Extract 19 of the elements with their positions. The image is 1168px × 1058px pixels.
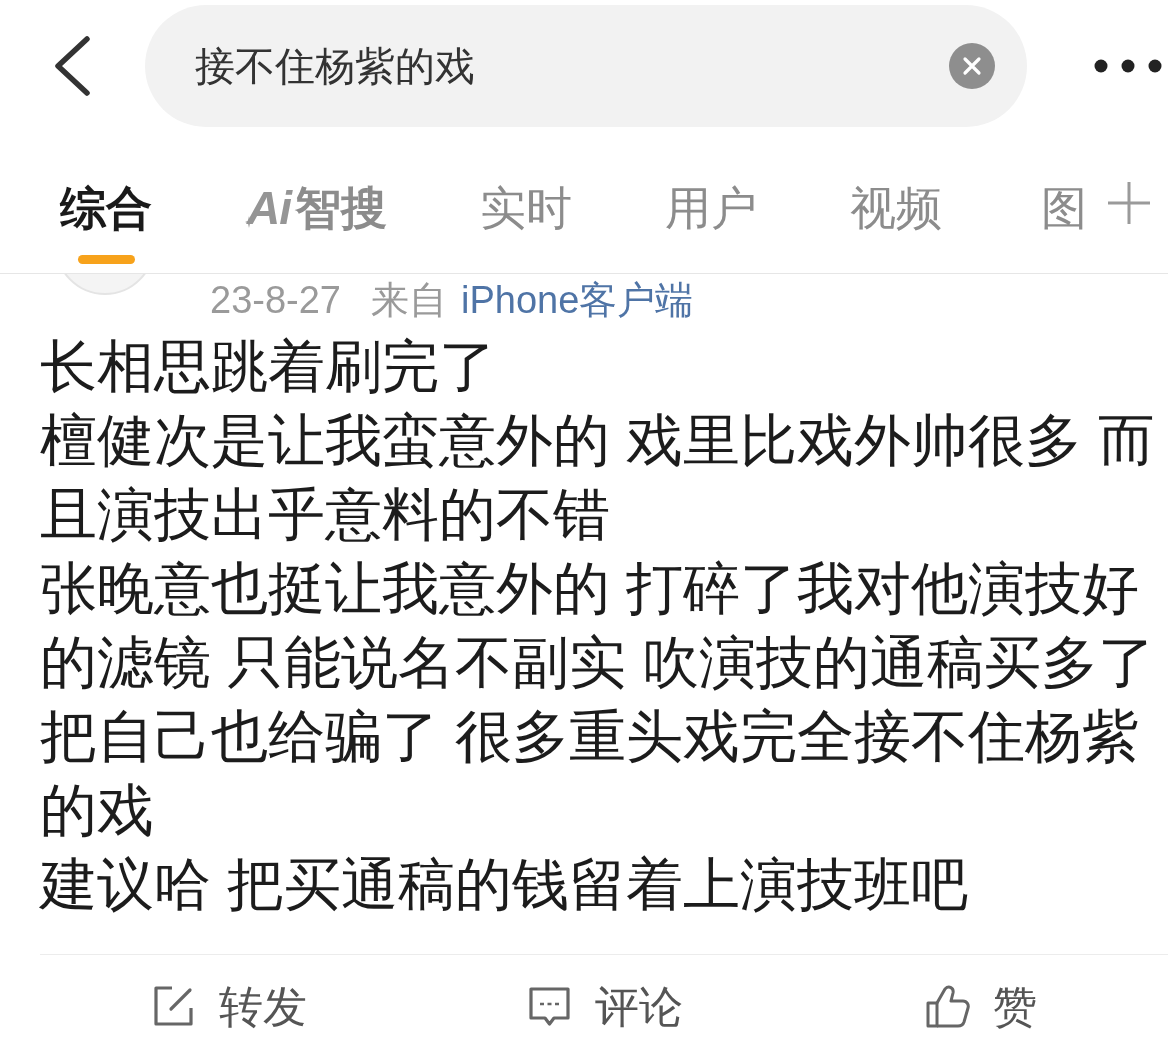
post-text: 张晚意也挺让我意外的 打碎了我对他演技好的滤镜 只能说名不副实 吹演技的通稿买多了把自己也给骗了 很多重头戏完全接不住杨紫的戏 — [40, 555, 1156, 844]
chevron-left-icon — [52, 36, 92, 96]
search-field[interactable]: 接不住杨紫的戏 — [145, 5, 1027, 127]
plus-icon — [1106, 179, 1152, 226]
repost-button[interactable]: 转发 — [149, 981, 307, 1032]
clear-icon — [949, 43, 995, 89]
post-text: 建议哈 把买通稿的钱留着上演技班吧 — [40, 851, 969, 918]
source-label: 来自 — [371, 278, 447, 322]
post-date: 23-8-27 — [210, 278, 341, 322]
source-link[interactable]: iPhone客户端 — [461, 278, 694, 322]
comment-button[interactable]: 评论 — [525, 981, 683, 1032]
clear-button[interactable] — [949, 43, 995, 89]
post-text: 长相思跳着刷完了 — [40, 333, 497, 400]
more-icon — [1094, 59, 1162, 73]
tab[interactable]: 综合 — [60, 132, 152, 264]
like-button[interactable]: 赞 — [923, 981, 1037, 1032]
more-button[interactable] — [1094, 58, 1162, 74]
search-input[interactable]: 接不住杨紫的戏 — [195, 36, 929, 96]
post-text: 檀健次是让我蛮意外的 戏里比戏外帅很多 而且演技出乎意料的不错 — [40, 407, 1156, 548]
